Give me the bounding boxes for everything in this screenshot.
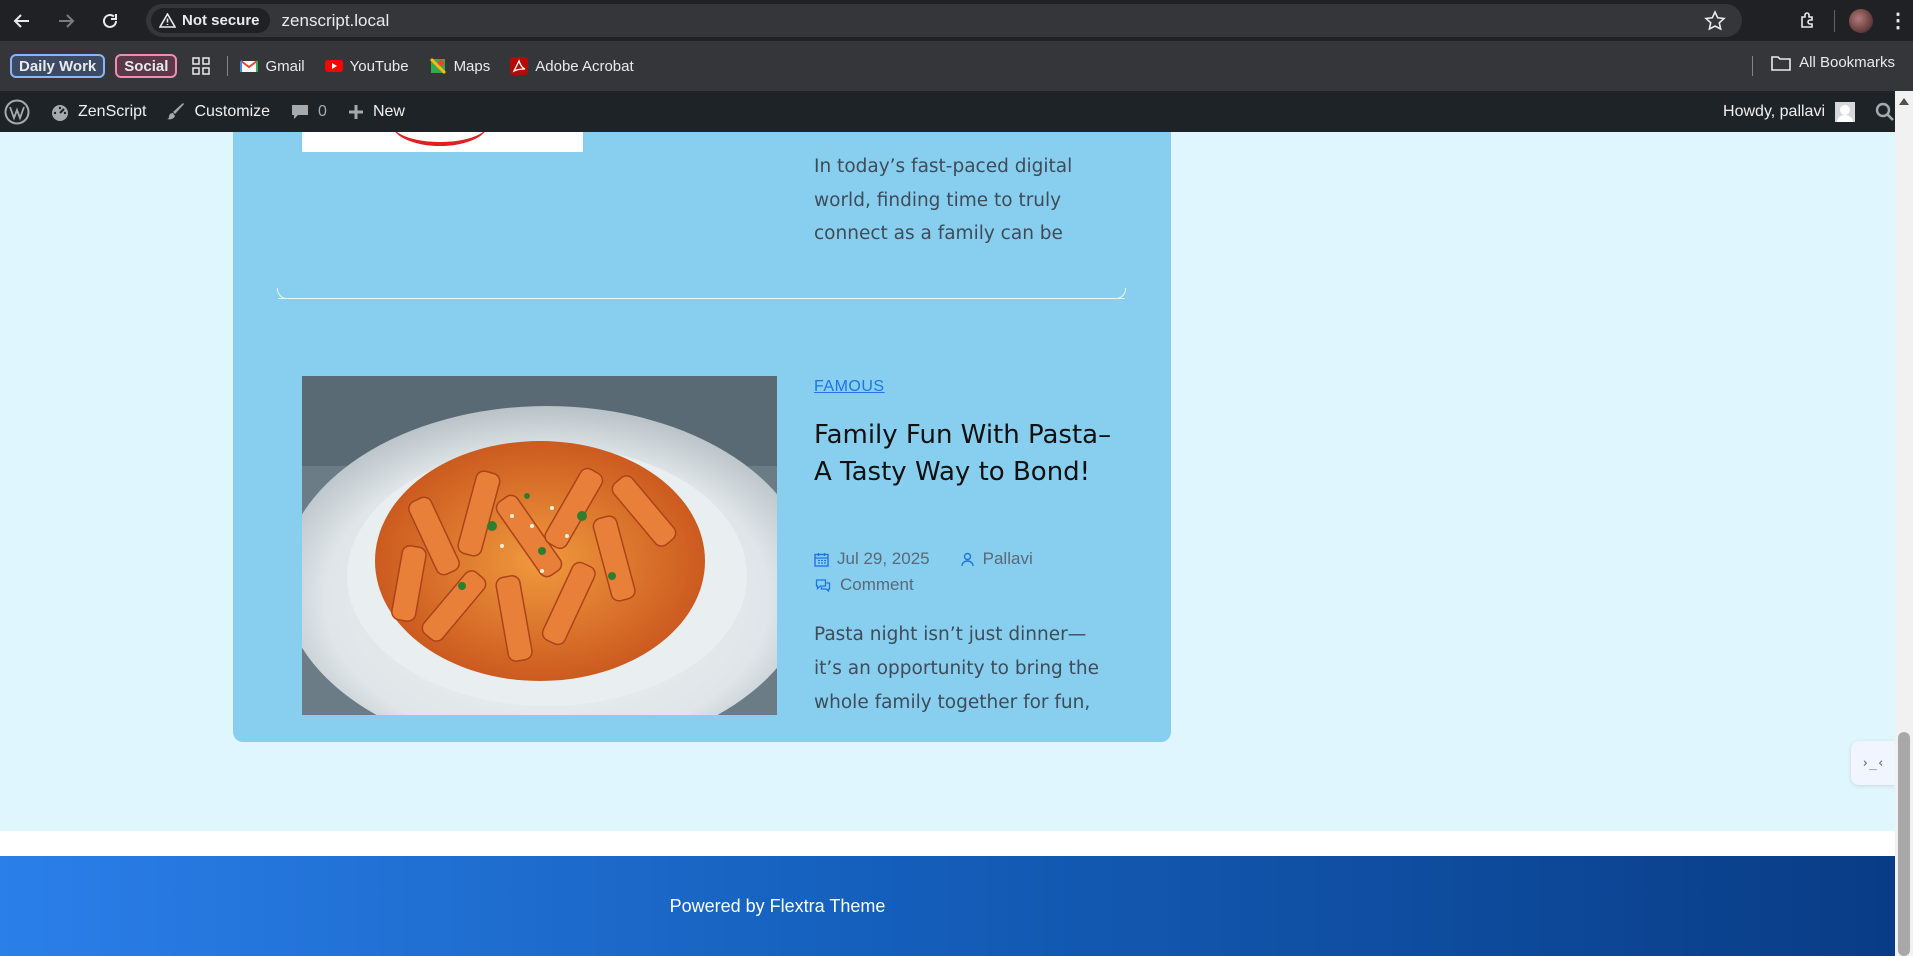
back-button[interactable] [0,0,44,41]
wp-logo-button[interactable] [0,91,40,132]
wp-site-name[interactable]: ZenScript [40,91,156,132]
comment-bubble-icon [292,104,309,119]
wp-comments[interactable]: 0 [280,91,337,132]
forward-icon [59,13,75,28]
user-avatar[interactable] [1835,101,1855,122]
search-icon[interactable] [1875,102,1895,122]
bookmarks-divider [227,56,229,76]
youtube-icon [324,60,343,72]
post-thumbnail-pasta[interactable] [302,376,777,715]
maps-icon [429,57,446,75]
pasta-image [302,376,777,715]
new-label: New [372,102,405,120]
profile-avatar[interactable] [1849,8,1873,33]
post-excerpt: Pasta night isn’t just dinner—it’s an op… [814,624,1100,713]
comments-icon [815,578,831,592]
wp-new[interactable]: New [337,91,415,132]
post-date[interactable]: Jul 29, 2025 [837,549,930,569]
all-bookmarks-button[interactable]: All Bookmarks [1771,54,1895,71]
acrobat-icon [510,57,529,75]
howdy-label[interactable]: Howdy, pallavi [1723,103,1825,121]
apps-grid-icon[interactable] [187,52,215,80]
scroll-thumb[interactable] [1898,732,1910,956]
bookmark-group-daily-work[interactable]: Daily Work [10,54,106,78]
site-name-label: ZenScript [78,102,147,120]
bookmark-label: Adobe Acrobat [535,57,634,75]
footer-spacer [0,831,1895,856]
page-scrollbar[interactable] [1895,91,1913,956]
extensions-icon [1801,11,1813,28]
url-text[interactable]: zenscript.local [282,11,390,31]
plus-icon [348,104,363,119]
warning-icon [159,13,176,28]
bookmark-gmail[interactable]: Gmail [240,57,305,75]
post-divider [277,288,1126,299]
footer-credit[interactable]: Powered by Flextra Theme [670,896,886,917]
forward-button[interactable] [44,0,88,41]
post-category-link[interactable]: FAMOUS [814,378,885,396]
bookmarks-bar: Daily Work Social Gmail YouTube Maps Ado… [0,41,1913,91]
bookmark-label: Gmail [265,57,305,75]
customize-label: Customize [194,102,271,120]
comments-count: 0 [318,102,327,120]
post-excerpt: In today’s fast-paced digital world, fin… [814,156,1073,244]
reload-button[interactable] [88,0,132,41]
bookmark-group-social[interactable]: Social [115,54,178,78]
all-bookmarks-label: All Bookmarks [1799,54,1895,71]
posts-card: In today’s fast-paced digital world, fin… [233,132,1171,742]
post-title[interactable]: Family Fun With Pasta– A Tasty Way to Bo… [814,417,1114,491]
bookmark-label: Maps [453,57,491,75]
thumbnail-decoration [392,132,488,146]
security-label: Not secure [182,12,260,29]
bookmark-maps[interactable]: Maps [429,57,491,75]
post-thumbnail-partial[interactable] [302,132,583,152]
site-footer: Powered by Flextra Theme [0,856,1895,956]
scroll-up-arrow[interactable] [1899,98,1909,105]
bookmarks-divider [1752,56,1753,76]
wp-user-area: Howdy, pallavi [1723,91,1895,132]
browser-toolbar: Not secure zenscript.local ⋮ [0,0,1913,41]
menu-icon[interactable]: ⋮ [1883,0,1913,41]
browser-actions: ⋮ [1786,0,1913,41]
user-icon [960,552,974,566]
reload-icon [103,13,117,28]
bookmark-label: YouTube [349,57,409,75]
wp-customize[interactable]: Customize [156,91,280,132]
address-bar[interactable]: Not secure zenscript.local [146,4,1742,37]
wordpress-icon [4,99,30,124]
folder-icon [1771,55,1791,71]
back-icon [13,13,29,28]
gmail-icon [240,60,259,72]
dashboard-icon [52,104,68,121]
floating-chat-widget[interactable]: ›_‹ [1851,741,1895,785]
wp-admin-bar: ZenScript Customize 0 New Howdy, pallavi [0,91,1913,132]
star-icon[interactable] [1704,10,1726,32]
post-author[interactable]: Pallavi [983,549,1033,569]
calendar-icon [814,552,829,567]
paintbrush-icon [167,102,185,119]
extensions-button[interactable] [1786,0,1830,41]
bookmark-adobe-acrobat[interactable]: Adobe Acrobat [510,57,634,75]
toolbar-separator [1834,9,1835,32]
post-comment-link[interactable]: Comment [840,575,914,595]
security-chip[interactable]: Not secure [151,8,270,33]
post-meta: Jul 29, 2025 Pallavi Comment [814,546,1134,598]
bookmark-youtube[interactable]: YouTube [324,57,409,75]
